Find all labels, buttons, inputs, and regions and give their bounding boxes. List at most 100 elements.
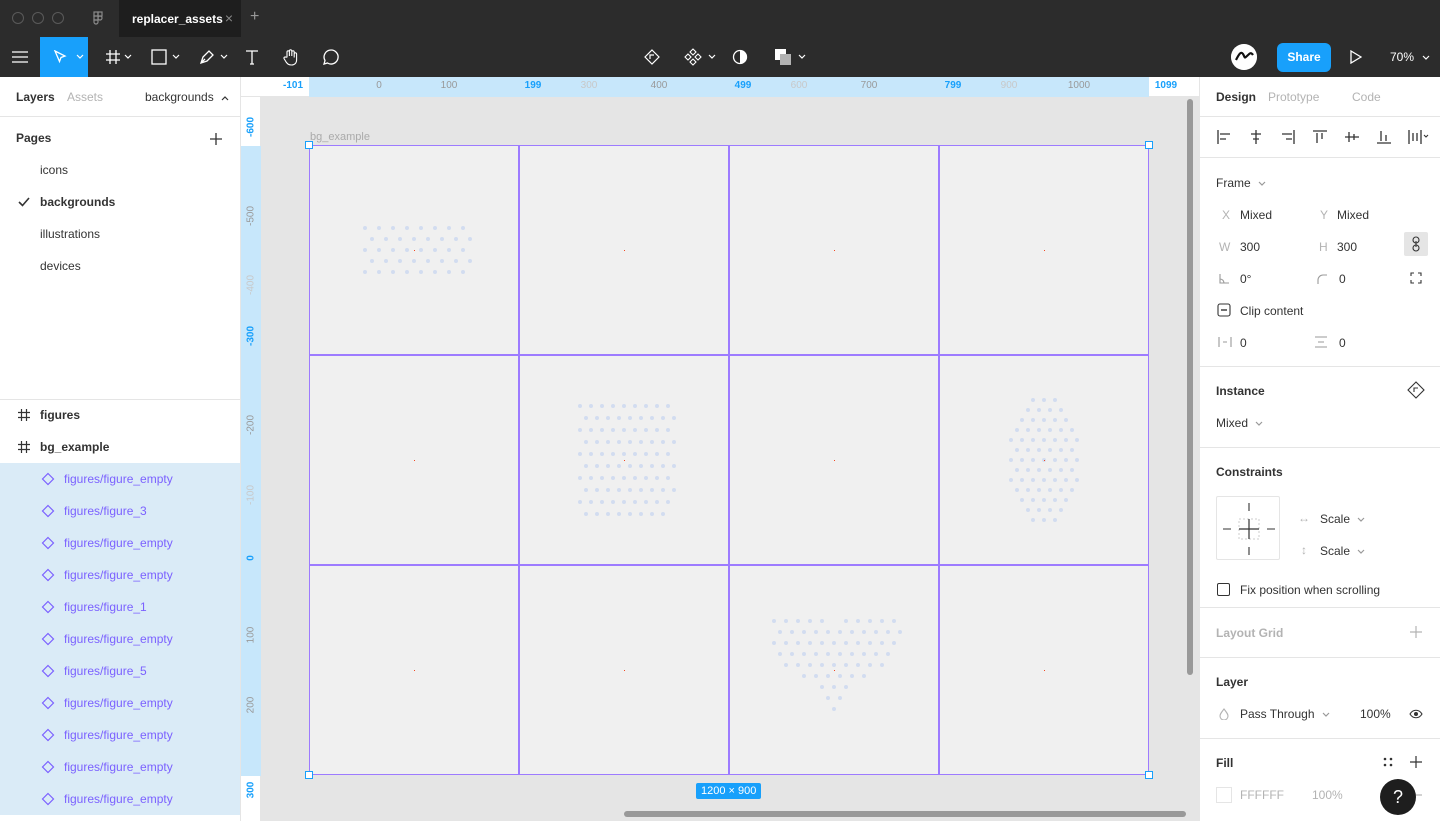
layer-row[interactable]: figures/figure_empty [0,751,240,783]
tab-code[interactable]: Code [1352,90,1381,104]
add-page-icon[interactable] [209,132,223,146]
rotation-field[interactable]: 0° [1240,272,1251,286]
tab-design[interactable]: Design [1216,90,1256,104]
blend-mode-dropdown[interactable]: Pass Through [1240,707,1330,721]
vertical-scrollbar[interactable] [1187,99,1193,675]
layer-row[interactable]: figures/figure_empty [0,623,240,655]
horizontal-constraint-dropdown[interactable]: Scale [1320,512,1365,526]
component-tool-button[interactable] [680,37,718,77]
page-item-backgrounds[interactable]: backgrounds [0,186,240,218]
align-top-icon[interactable] [1312,129,1328,145]
main-menu-button[interactable] [8,37,32,77]
vertical-constraint-dropdown[interactable]: Scale [1320,544,1365,558]
comment-tool-button[interactable] [319,37,343,77]
zoom-dropdown[interactable]: 70% [1390,50,1430,64]
instance-cell[interactable] [939,565,1149,775]
frame-tool-button[interactable] [100,37,136,77]
resize-handle[interactable] [305,141,313,149]
styles-icon[interactable] [1382,756,1394,768]
add-layout-grid-icon[interactable] [1410,626,1422,638]
help-button[interactable]: ? [1380,779,1416,815]
corner-radius-field[interactable]: 0 [1339,272,1346,286]
instance-cell[interactable] [939,355,1149,565]
instance-cell[interactable] [939,145,1149,355]
layer-row[interactable]: figures [0,399,240,431]
tab-layers[interactable]: Layers [16,90,55,104]
horizontal-scrollbar[interactable] [624,811,1186,817]
layer-opacity-field[interactable]: 100% [1360,707,1391,721]
tab-prototype[interactable]: Prototype [1268,90,1319,104]
resize-handle[interactable] [1145,771,1153,779]
page-item-icons[interactable]: icons [0,154,240,186]
new-tab-button[interactable]: + [250,8,259,26]
layer-row[interactable]: figures/figure_empty [0,687,240,719]
shape-tool-button[interactable] [146,37,182,77]
window-minimize-button[interactable] [32,12,44,24]
page-item-illustrations[interactable]: illustrations [0,218,240,250]
canvas[interactable]: -101 0 100 199 300 400 499 600 700 799 900 1000 1099… [241,77,1199,821]
instance-cell[interactable] [309,145,519,355]
layer-row[interactable]: figures/figure_5 [0,655,240,687]
page-selector[interactable]: backgrounds [145,90,229,104]
boolean-operations-button[interactable] [770,37,808,77]
align-bottom-icon[interactable] [1376,129,1392,145]
align-left-icon[interactable] [1216,129,1232,145]
tab-close-icon[interactable]: × [225,10,233,26]
align-right-icon[interactable] [1280,129,1296,145]
page-item-devices[interactable]: devices [0,250,240,282]
height-field[interactable]: 300 [1337,240,1357,254]
layer-row[interactable]: figures/figure_empty [0,719,240,751]
instance-cell[interactable] [309,565,519,775]
share-button[interactable]: Share [1277,43,1331,72]
instance-swap-dropdown[interactable]: Mixed [1216,416,1263,430]
window-close-button[interactable] [12,12,24,24]
mask-button[interactable] [728,37,752,77]
fill-hex-field[interactable]: FFFFFF [1240,788,1284,802]
width-field[interactable]: 300 [1240,240,1260,254]
reset-instance-button[interactable] [640,37,664,77]
layer-row[interactable]: figures/figure_empty [0,783,240,815]
add-fill-icon[interactable] [1410,756,1422,768]
layer-row[interactable]: figures/figure_1 [0,591,240,623]
window-maximize-button[interactable] [52,12,64,24]
text-tool-button[interactable] [240,37,264,77]
layer-row[interactable]: figures/figure_empty [0,559,240,591]
figma-home-icon[interactable] [91,11,105,25]
file-tab[interactable]: replacer_assets × [119,0,241,37]
constraints-widget[interactable] [1216,496,1280,560]
resize-handle[interactable] [1145,141,1153,149]
tab-assets[interactable]: Assets [67,90,103,104]
resize-handle[interactable] [305,771,313,779]
distribute-icon[interactable] [1408,129,1430,145]
fill-opacity-field[interactable]: 100% [1312,788,1343,802]
instance-cell[interactable] [729,355,939,565]
instance-cell[interactable] [519,355,729,565]
fill-swatch[interactable] [1216,787,1232,803]
instance-cell[interactable] [729,565,939,775]
align-vertical-center-icon[interactable] [1344,129,1360,145]
go-to-main-component-icon[interactable] [1407,381,1425,399]
instance-cell[interactable] [519,565,729,775]
instance-cell[interactable] [309,355,519,565]
clip-content-checkbox[interactable] [1217,303,1231,317]
fix-position-checkbox[interactable] [1217,583,1230,596]
layer-row[interactable]: bg_example [0,431,240,463]
layer-row[interactable]: figures/figure_3 [0,495,240,527]
constrain-proportions-button[interactable] [1404,232,1428,256]
align-horizontal-center-icon[interactable] [1248,129,1264,145]
frame-type-dropdown[interactable]: Frame [1216,176,1266,190]
instance-cell[interactable] [519,145,729,355]
layer-row[interactable]: figures/figure_empty [0,527,240,559]
avatar[interactable] [1231,44,1257,70]
x-field[interactable]: Mixed [1240,208,1272,222]
move-tool-button[interactable] [40,37,88,77]
frame-name-label[interactable]: bg_example [310,131,370,143]
pen-tool-button[interactable] [194,37,230,77]
layer-row[interactable]: figures/figure_empty [0,463,240,495]
present-button[interactable] [1344,37,1368,77]
independent-corners-icon[interactable] [1410,272,1422,284]
hand-tool-button[interactable] [279,37,303,77]
y-field[interactable]: Mixed [1337,208,1369,222]
eye-icon[interactable] [1409,708,1423,720]
vertical-spacing-field[interactable]: 0 [1339,336,1346,350]
